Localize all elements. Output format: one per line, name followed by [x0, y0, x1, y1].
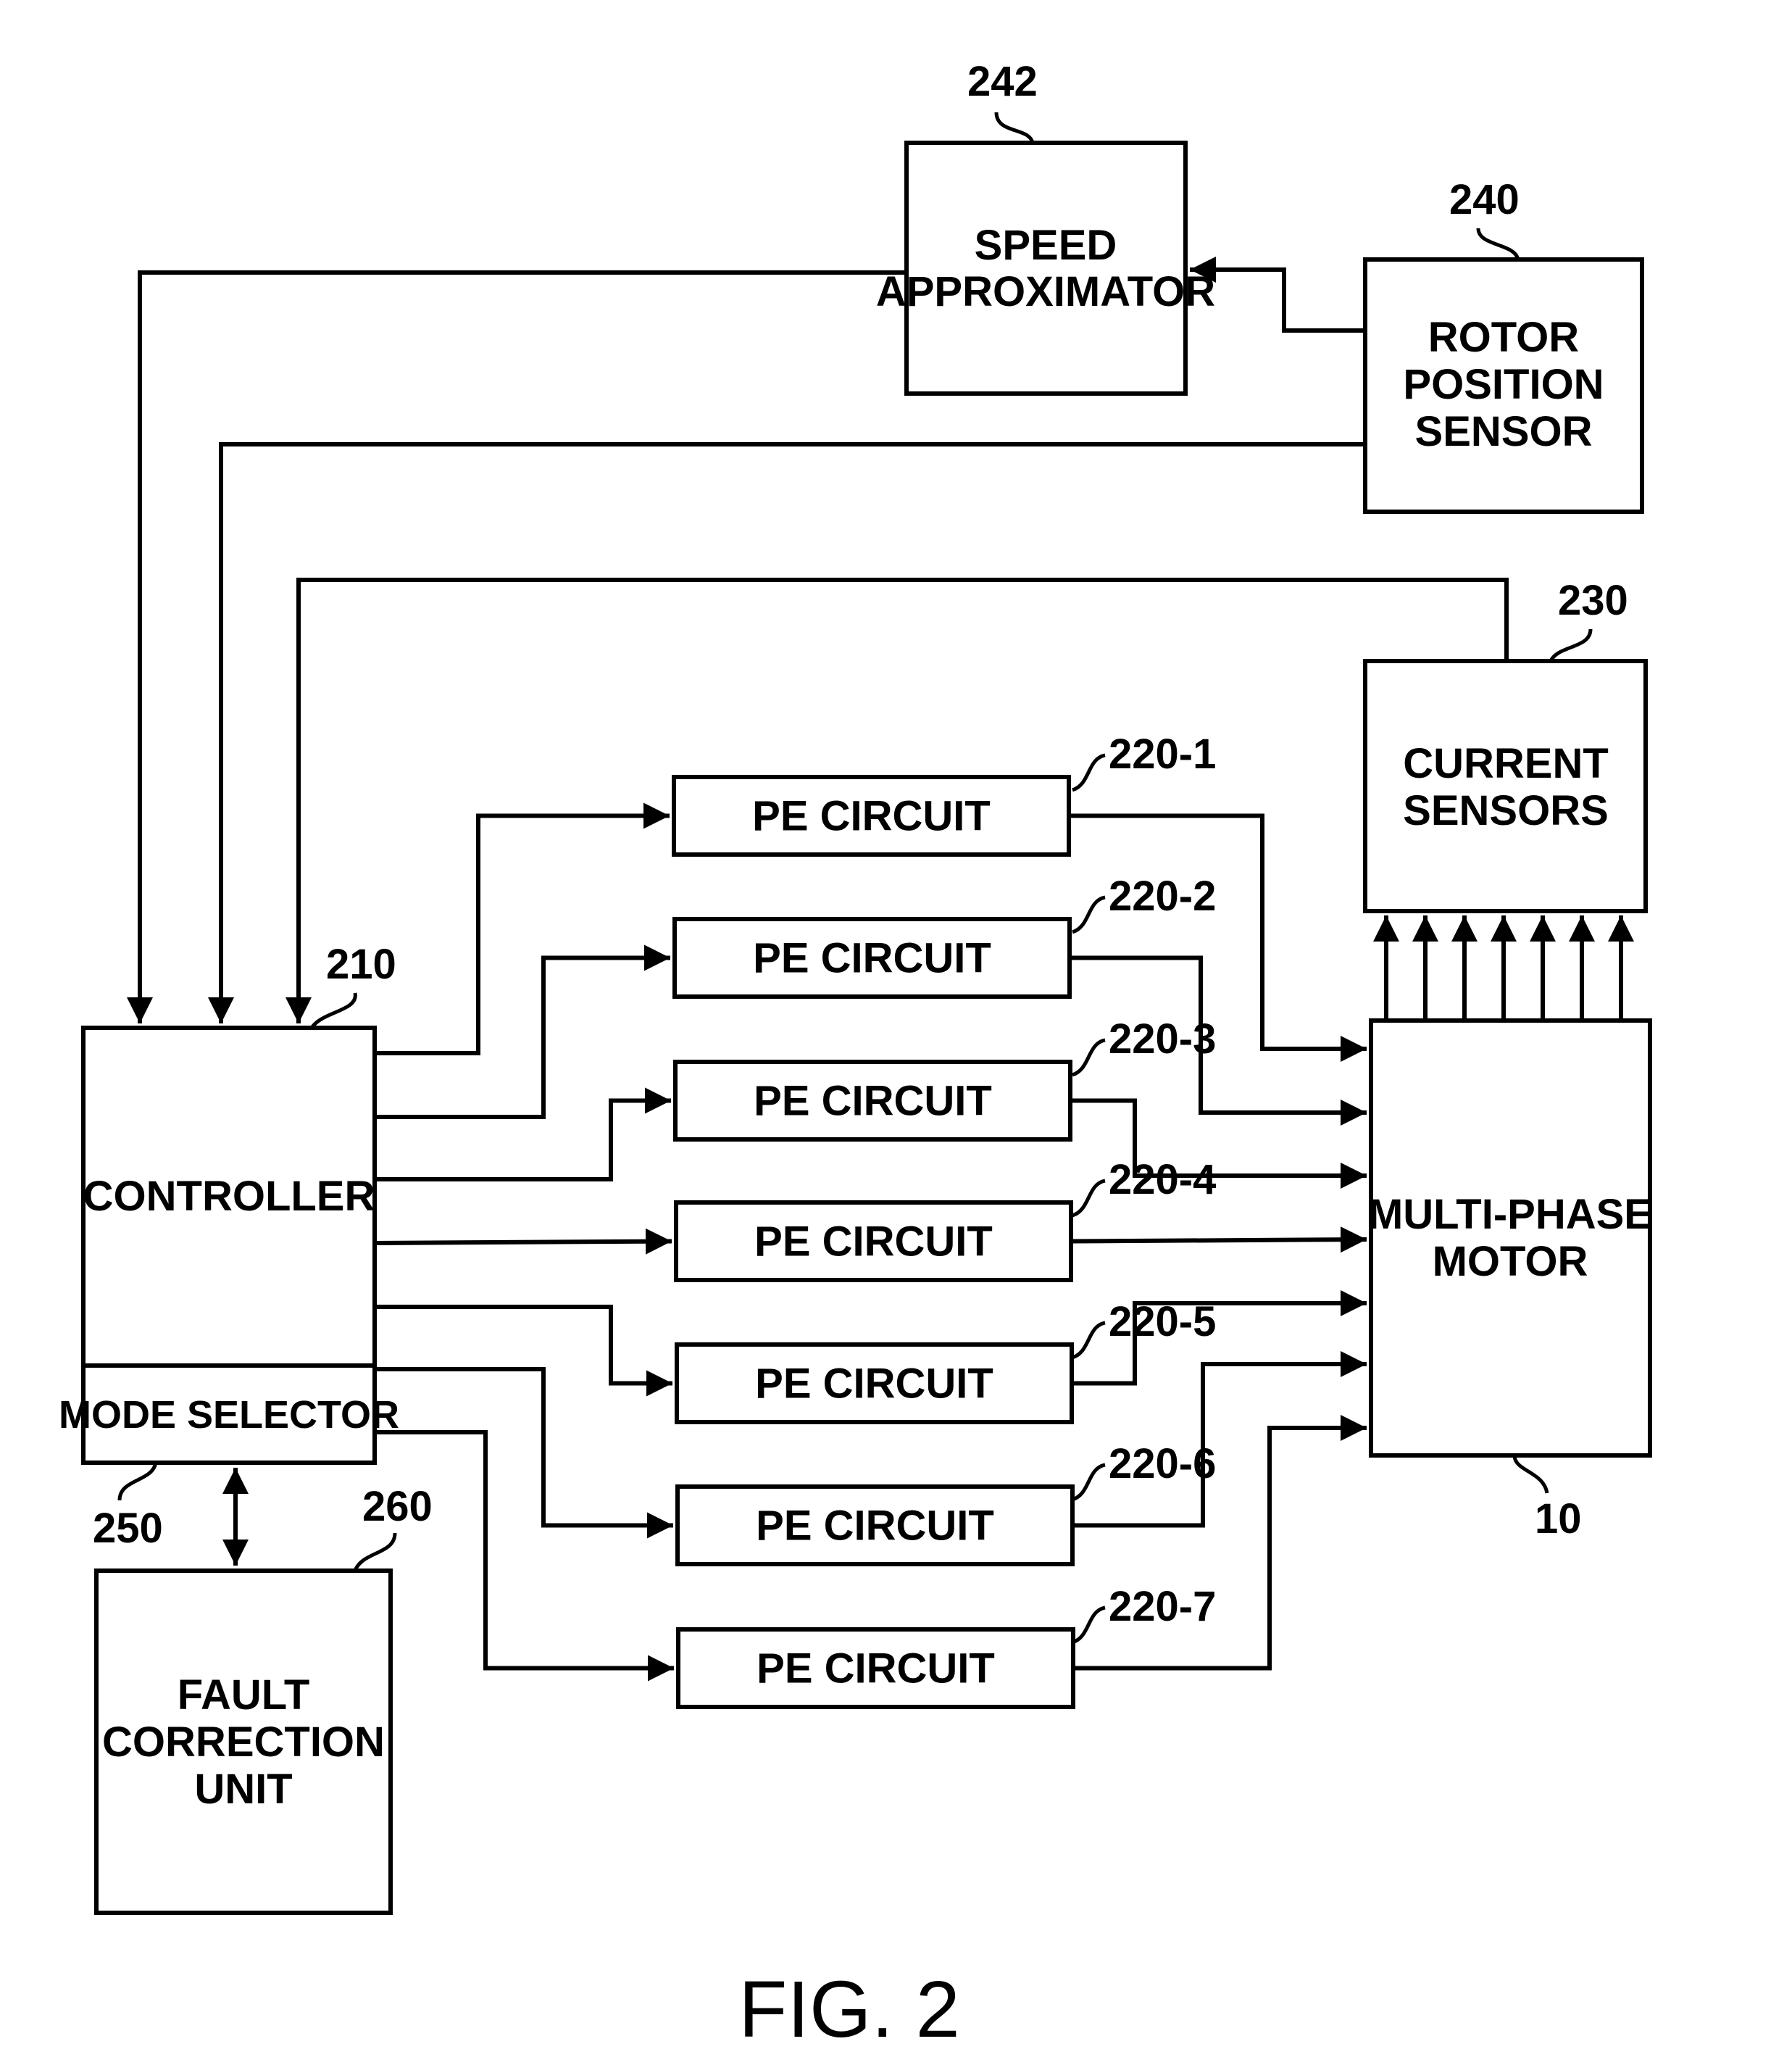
- pe-circuit-label: PE CIRCUIT: [757, 1645, 995, 1692]
- controller-to-pe-wire-7: [375, 1430, 674, 1682]
- fault-line-2: CORRECTION: [102, 1719, 385, 1766]
- pe-circuit-5: PE CIRCUIT220-5: [375, 1290, 1367, 1424]
- pe-circuit-ref: 220-4: [1109, 1156, 1216, 1203]
- ref-230-leader: [1549, 628, 1593, 662]
- speed-approximator-line-2: APPROXIMATOR: [876, 268, 1215, 315]
- pe-circuit-ref: 220-3: [1109, 1015, 1216, 1063]
- rotor-to-speed-wire: [1190, 257, 1365, 333]
- pe-ref-leader: [1072, 1179, 1106, 1218]
- rotor-sensor-line-2: POSITION: [1403, 361, 1604, 408]
- pe-circuit-label: PE CIRCUIT: [753, 935, 991, 982]
- fault-line-3: UNIT: [194, 1766, 292, 1813]
- fault-line-1: FAULT: [178, 1671, 310, 1719]
- controller-label: CONTROLLER: [83, 1173, 375, 1220]
- controller-block: CONTROLLER MODE SELECTOR 210 250: [59, 941, 399, 1552]
- pe-circuit-7: PE CIRCUIT 220-7: [375, 1415, 1367, 1709]
- pe-circuit-ref: 220-1: [1109, 731, 1216, 778]
- ref-210-leader: [309, 992, 357, 1029]
- pe-circuit-1: PE CIRCUIT 220-1: [375, 731, 1367, 1062]
- speed-approximator-line-1: SPEED: [975, 222, 1117, 269]
- controller-to-pe-wire-3: [375, 1087, 671, 1181]
- motor-to-sensor-arrows: [1373, 915, 1634, 1021]
- rotor-sensor-line-1: ROTOR: [1428, 314, 1579, 361]
- mode-selector-label: MODE SELECTOR: [59, 1393, 399, 1437]
- pe-ref-leader: [1072, 1038, 1106, 1077]
- ref-10: 10: [1535, 1495, 1582, 1542]
- controller-to-pe-wire-2: [375, 944, 670, 1119]
- speed-to-controller-wire: [127, 270, 907, 1023]
- rotor-sensor-line-3: SENSOR: [1415, 408, 1593, 455]
- ref-242: 242: [967, 58, 1038, 105]
- multi-phase-motor-block: MULTI-PHASE MOTOR 10: [1368, 1018, 1652, 1542]
- speed-approximator-block: SPEED APPROXIMATOR 242: [876, 58, 1215, 396]
- motor-line-1: MULTI-PHASE: [1368, 1191, 1652, 1238]
- pe-to-motor-wire-4: [1070, 1226, 1367, 1253]
- ref-240-leader: [1476, 228, 1520, 260]
- pe-ref-leader: [1072, 753, 1106, 792]
- block-diagram: SPEED APPROXIMATOR 242 ROTOR POSITION SE…: [59, 58, 1652, 2054]
- figure-caption: FIG. 2: [738, 1965, 960, 2054]
- pe-ref-leader: [1072, 895, 1106, 934]
- pe-circuit-label: PE CIRCUIT: [754, 1078, 992, 1125]
- pe-circuit-ref: 220-7: [1109, 1583, 1216, 1630]
- ref-260-leader: [353, 1532, 397, 1572]
- pe-circuit-label: PE CIRCUIT: [754, 1218, 993, 1266]
- pe-ref-leader: [1072, 1463, 1106, 1502]
- controller-to-pe-wire-1: [375, 802, 670, 1055]
- pe-circuit-label: PE CIRCUIT: [756, 1503, 994, 1550]
- current-sensors-line-1: CURRENT: [1403, 740, 1609, 787]
- ref-240: 240: [1449, 176, 1520, 223]
- pe-to-motor-wire-1: [1069, 813, 1367, 1062]
- controller-to-pe-wire-5: [375, 1305, 672, 1397]
- ref-260: 260: [362, 1483, 433, 1530]
- ref-250-leader: [117, 1462, 158, 1501]
- ref-242-leader: [994, 112, 1035, 144]
- pe-circuit-ref: 220-2: [1109, 873, 1216, 920]
- rotor-position-sensor-block: ROTOR POSITION SENSOR 240: [1363, 176, 1644, 514]
- pe-ref-leader: [1072, 1605, 1106, 1645]
- ref-250: 250: [93, 1505, 163, 1552]
- motor-line-2: MOTOR: [1433, 1238, 1588, 1285]
- ref-210: 210: [326, 941, 396, 988]
- ref-10-leader: [1512, 1455, 1549, 1494]
- ref-230: 230: [1558, 577, 1628, 624]
- pe-circuit-label: PE CIRCUIT: [755, 1360, 993, 1408]
- controller-to-pe-wire-4: [374, 1228, 672, 1255]
- current-sensors-line-2: SENSORS: [1403, 787, 1609, 834]
- pe-circuit-group: PE CIRCUIT220-1PE CIRCUIT220-2PE CIRCUIT…: [374, 731, 1367, 1709]
- pe-circuit-label: PE CIRCUIT: [752, 793, 991, 840]
- pe-circuit-3: PE CIRCUIT 220-3: [375, 1015, 1367, 1189]
- pe-circuit-ref: 220-6: [1109, 1440, 1216, 1487]
- pe-ref-leader: [1072, 1321, 1106, 1360]
